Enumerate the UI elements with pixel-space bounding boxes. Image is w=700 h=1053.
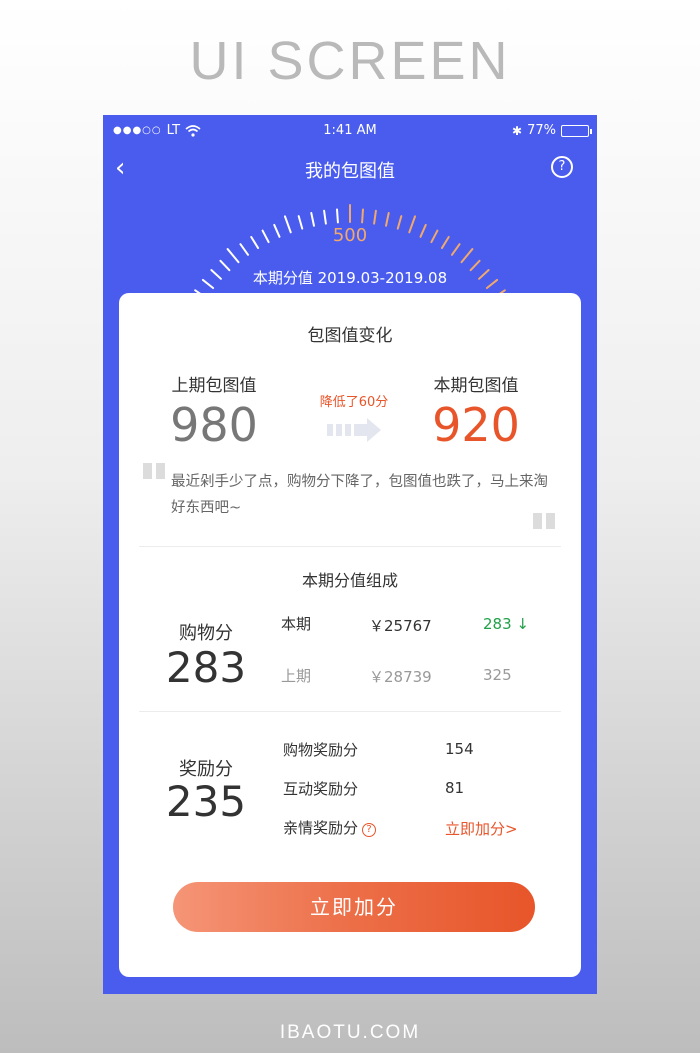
- help-icon[interactable]: ?: [551, 156, 573, 178]
- status-bar: ●●●○○ LT 1:41 AM ✱ 77%: [103, 115, 597, 147]
- footer-watermark: IBAOTU.COM: [279, 1022, 421, 1043]
- gauge-tick: [226, 248, 240, 264]
- score-card: 包图值变化 上期包图值 980 降低了60分 本期包图值 920 最近剁手少了点…: [119, 293, 581, 977]
- reward-item-family-label: 亲情奖励分: [283, 819, 359, 837]
- previous-period-score: 325: [483, 666, 512, 684]
- previous-period-amount: ￥28739: [369, 668, 432, 686]
- card-title: 包图值变化: [307, 326, 393, 346]
- gauge-score: 500: [332, 225, 368, 246]
- help-circle-icon[interactable]: ?: [362, 823, 377, 837]
- phone-screen: ●●●○○ LT 1:41 AM ✱ 77% ‹ 我的包图值 ? 500 本期分…: [103, 115, 597, 994]
- current-period-score: 283 ↓: [483, 615, 529, 633]
- arrow-down-icon: ↓: [516, 615, 529, 633]
- quote-open-icon: [143, 463, 165, 479]
- section-divider: [139, 711, 561, 712]
- score-change-text: 降低了60分: [319, 395, 389, 410]
- bluetooth-icon: ✱: [512, 123, 523, 138]
- page-heading: UI SCREEN: [189, 31, 511, 91]
- gauge-tick: [460, 248, 474, 264]
- current-period-amount: ￥25767: [369, 617, 432, 635]
- previous-score-value: 980: [170, 398, 258, 452]
- current-score-number: 283: [483, 615, 512, 633]
- score-message: 最近剁手少了点，购物分下降了，包图值也跌了，马上来淘好东西吧~: [171, 474, 548, 516]
- battery-icon: [561, 124, 592, 137]
- gauge-tick: [336, 208, 339, 224]
- add-points-link[interactable]: 立即加分>: [445, 818, 518, 839]
- current-score-block: 本期包图值 920: [421, 371, 531, 452]
- current-period-label: 本期: [281, 615, 312, 633]
- gauge-tick: [323, 209, 327, 225]
- reward-item-interaction-label: 互动奖励分: [283, 780, 359, 798]
- composition-title: 本期分值组成: [301, 571, 398, 590]
- previous-score-block: 上期包图值 980: [159, 371, 269, 452]
- gauge-tick: [310, 212, 315, 227]
- arrow-right-icon: [327, 418, 381, 442]
- gauge-tick: [385, 212, 390, 227]
- reward-item-family: 亲情奖励分?: [283, 817, 377, 838]
- gauge-tick: [361, 208, 364, 224]
- nav-bar: ‹ 我的包图值 ?: [103, 151, 597, 187]
- reward-item-shopping-value: 154: [445, 740, 474, 758]
- page-title: 我的包图值: [305, 161, 395, 182]
- battery-percent: 77%: [527, 123, 556, 138]
- section-divider: [139, 546, 561, 547]
- add-points-button[interactable]: 立即加分: [173, 882, 535, 932]
- score-period: 本期分值 2019.03-2019.08: [252, 269, 448, 287]
- reward-item-shopping-label: 购物奖励分: [283, 741, 359, 759]
- quote-close-icon: [533, 513, 555, 529]
- current-score-value: 920: [432, 398, 520, 452]
- previous-period-label: 上期: [281, 667, 312, 685]
- shopping-score-label: 购物分: [179, 623, 233, 644]
- reward-item-interaction-value: 81: [445, 779, 465, 797]
- gauge-tick: [373, 209, 377, 225]
- current-score-label: 本期包图值: [433, 376, 519, 396]
- previous-score-label: 上期包图值: [171, 376, 257, 396]
- shopping-score-value: 283: [165, 643, 247, 692]
- reward-score-value: 235: [165, 777, 247, 826]
